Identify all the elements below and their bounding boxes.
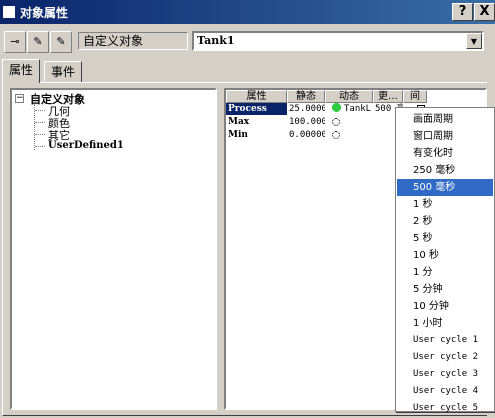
row-static-process[interactable]: 25.0000 — [289, 103, 325, 115]
edit-button-2[interactable]: ✎ — [50, 31, 72, 53]
menu-item-500ms[interactable]: 500 毫秒 — [397, 179, 493, 196]
collapse-icon[interactable]: − — [15, 94, 24, 103]
row-static-min[interactable]: 0.00000 — [289, 129, 325, 141]
dynamic-bulb-icon[interactable] — [332, 103, 341, 114]
object-tree[interactable]: − 自定义对象 几何 颜色 其它 UserDefined1 — [10, 88, 217, 410]
menu-item-10s[interactable]: 10 秒 — [397, 247, 493, 264]
menu-item-user-cycle-3[interactable]: User cycle 3 — [397, 366, 493, 383]
menu-item-window-cycle[interactable]: 窗口周期 — [397, 128, 493, 145]
menu-item-on-change[interactable]: 有变化时 — [397, 145, 493, 162]
menu-item-user-cycle-4[interactable]: User cycle 4 — [397, 383, 493, 400]
pencil-icon: ✎ — [33, 35, 43, 48]
object-name-combo[interactable]: Tank1 ▼ — [192, 31, 484, 51]
object-properties-window: 对象属性 ? X ⊸ ✎ ✎ 自定义对象 Tank1 ▼ 属性 事件 − 自定义… — [0, 0, 495, 418]
menu-item-user-cycle-2[interactable]: User cycle 2 — [397, 349, 493, 366]
column-header-update[interactable]: 更… — [373, 90, 403, 103]
edit-button-1[interactable]: ✎ — [27, 31, 49, 53]
chevron-down-icon[interactable]: ▼ — [466, 33, 482, 49]
tree-connector — [35, 122, 45, 123]
column-header-indirect[interactable]: 间 — [403, 90, 427, 103]
menu-item-1min[interactable]: 1 分 — [397, 264, 493, 281]
tab-events[interactable]: 事件 — [44, 61, 83, 82]
pencil-icon: ✎ — [56, 35, 66, 48]
row-name-min[interactable]: Min — [226, 129, 287, 141]
title-bar[interactable]: 对象属性 ? X — [0, 0, 495, 24]
row-name-process[interactable]: Process — [226, 103, 287, 115]
menu-item-10min[interactable]: 10 分钟 — [397, 298, 493, 315]
pin-button[interactable]: ⊸ — [4, 31, 26, 53]
tree-connector — [35, 146, 45, 147]
pin-icon: ⊸ — [10, 35, 20, 48]
help-button[interactable]: ? — [452, 3, 473, 21]
row-dynamic-process[interactable]: TankL — [344, 103, 373, 115]
row-name-max[interactable]: Max — [226, 116, 287, 128]
menu-item-2s[interactable]: 2 秒 — [397, 213, 493, 230]
menu-item-5s[interactable]: 5 秒 — [397, 230, 493, 247]
column-header-static[interactable]: 静态 — [287, 90, 325, 103]
tab-properties[interactable]: 属性 — [2, 59, 41, 83]
tree-connector — [35, 134, 45, 135]
tree-connector — [35, 110, 45, 111]
menu-item-1s[interactable]: 1 秒 — [397, 196, 493, 213]
window-title: 对象属性 — [20, 6, 69, 20]
row-static-max[interactable]: 100.000 — [289, 116, 325, 128]
close-button[interactable]: X — [474, 3, 495, 21]
dynamic-bulb-off-icon[interactable] — [332, 118, 340, 126]
menu-item-250ms[interactable]: 250 毫秒 — [397, 162, 493, 179]
tree-item-userdefined1[interactable]: UserDefined1 — [48, 140, 124, 151]
object-name-value: Tank1 — [197, 34, 235, 47]
menu-item-1h[interactable]: 1 小时 — [397, 315, 493, 332]
update-cycle-menu[interactable]: 画面周期 窗口周期 有变化时 250 毫秒 500 毫秒 1 秒 2 秒 5 秒… — [395, 107, 495, 413]
dynamic-bulb-off-icon[interactable] — [332, 131, 340, 139]
object-type-label: 自定义对象 — [78, 32, 188, 50]
menu-item-user-cycle-1[interactable]: User cycle 1 — [397, 332, 493, 349]
window-icon — [3, 6, 15, 18]
menu-item-5min[interactable]: 5 分钟 — [397, 281, 493, 298]
column-header-attribute[interactable]: 属性 — [226, 90, 287, 103]
menu-item-picture-cycle[interactable]: 画面周期 — [397, 111, 493, 128]
column-header-dynamic[interactable]: 动态 — [325, 90, 373, 103]
menu-item-user-cycle-5[interactable]: User cycle 5 — [397, 400, 493, 417]
